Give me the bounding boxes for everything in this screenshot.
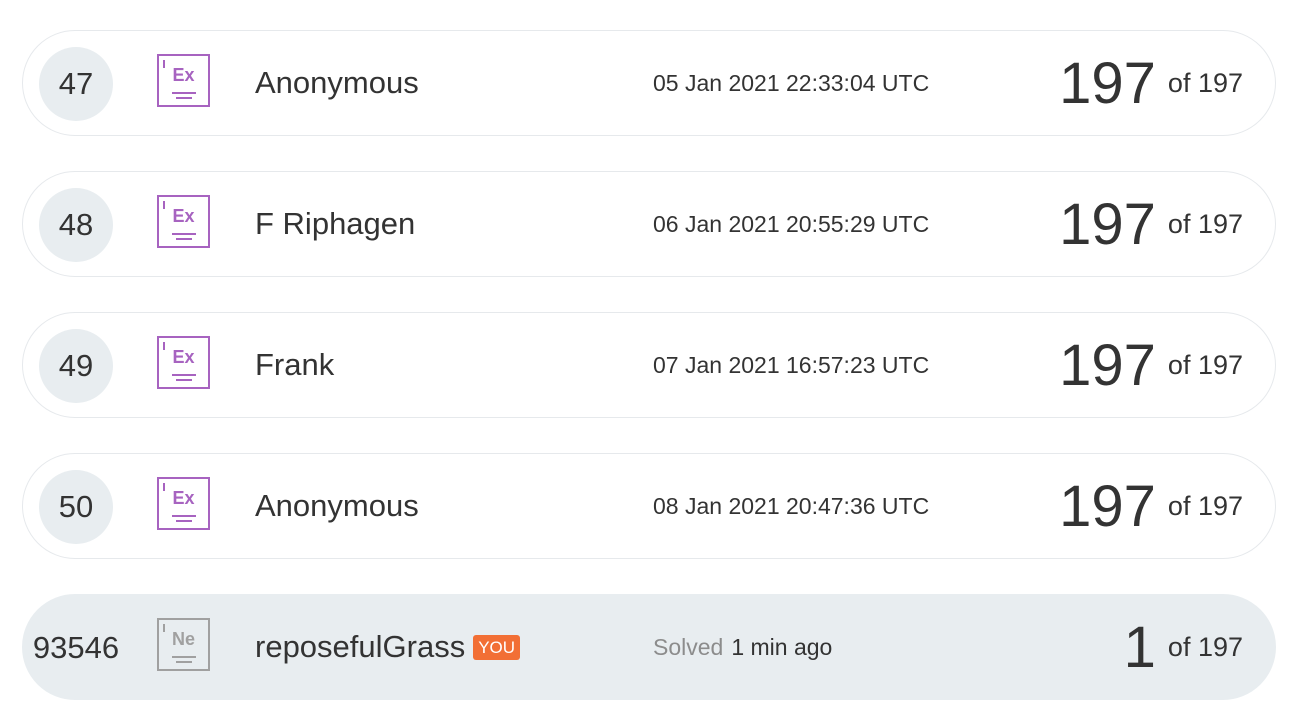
player-name-text[interactable]: reposefulGrass	[255, 629, 465, 665]
score-value: 197	[1059, 332, 1156, 398]
rank-badge: 93546	[32, 630, 120, 665]
rank-badge: 49	[39, 329, 113, 403]
solved-ago: 1 min ago	[731, 633, 833, 660]
expert-level-icon: Ex	[157, 195, 210, 248]
solved-date: 05 Jan 2021 22:33:04 UTC	[653, 69, 930, 96]
current-user-row: 93546 Ne reposefulGrass YOU Solved 1 min…	[22, 594, 1276, 700]
player-name: reposefulGrass YOU	[255, 595, 521, 699]
solved-label: Solved	[653, 633, 724, 660]
expert-level-icon: Ex	[157, 477, 210, 530]
leaderboard-row: 50 Ex Anonymous 08 Jan 2021 20:47:36 UTC…	[22, 453, 1276, 559]
score-total: of 197	[1167, 349, 1243, 380]
expert-level-icon: Ex	[157, 336, 210, 389]
score-total: of 197	[1167, 67, 1243, 98]
solved-time: Solved 1 min ago	[653, 595, 832, 699]
score: 197 of 197	[1059, 454, 1243, 558]
score-total: of 197	[1167, 631, 1243, 662]
score: 1 of 197	[1124, 595, 1243, 699]
score-value: 197	[1059, 50, 1156, 116]
expert-level-icon: Ex	[157, 54, 210, 107]
newbie-level-icon: Ne	[157, 618, 210, 671]
leaderboard-row: 47 Ex Anonymous 05 Jan 2021 22:33:04 UTC…	[22, 30, 1276, 136]
rank-badge: 48	[39, 188, 113, 262]
solved-date: 06 Jan 2021 20:55:29 UTC	[653, 210, 930, 237]
player-name[interactable]: Anonymous	[255, 454, 419, 558]
rank-badge: 50	[39, 470, 113, 544]
score: 197 of 197	[1059, 31, 1243, 135]
score-value: 197	[1059, 473, 1156, 539]
score-total: of 197	[1167, 208, 1243, 239]
player-name[interactable]: Frank	[255, 313, 334, 417]
solved-date: 07 Jan 2021 16:57:23 UTC	[653, 351, 930, 378]
player-name[interactable]: F Riphagen	[255, 172, 415, 276]
rank-badge: 47	[39, 47, 113, 121]
score: 197 of 197	[1059, 313, 1243, 417]
player-name[interactable]: Anonymous	[255, 31, 419, 135]
you-badge: YOU	[473, 634, 521, 660]
score-total: of 197	[1167, 490, 1243, 521]
solved-date: 08 Jan 2021 20:47:36 UTC	[653, 492, 930, 519]
score-value: 197	[1059, 191, 1156, 257]
leaderboard-row: 48 Ex F Riphagen 06 Jan 2021 20:55:29 UT…	[22, 171, 1276, 277]
score-value: 1	[1123, 614, 1156, 680]
score: 197 of 197	[1059, 172, 1243, 276]
leaderboard-row: 49 Ex Frank 07 Jan 2021 16:57:23 UTC 197…	[22, 312, 1276, 418]
